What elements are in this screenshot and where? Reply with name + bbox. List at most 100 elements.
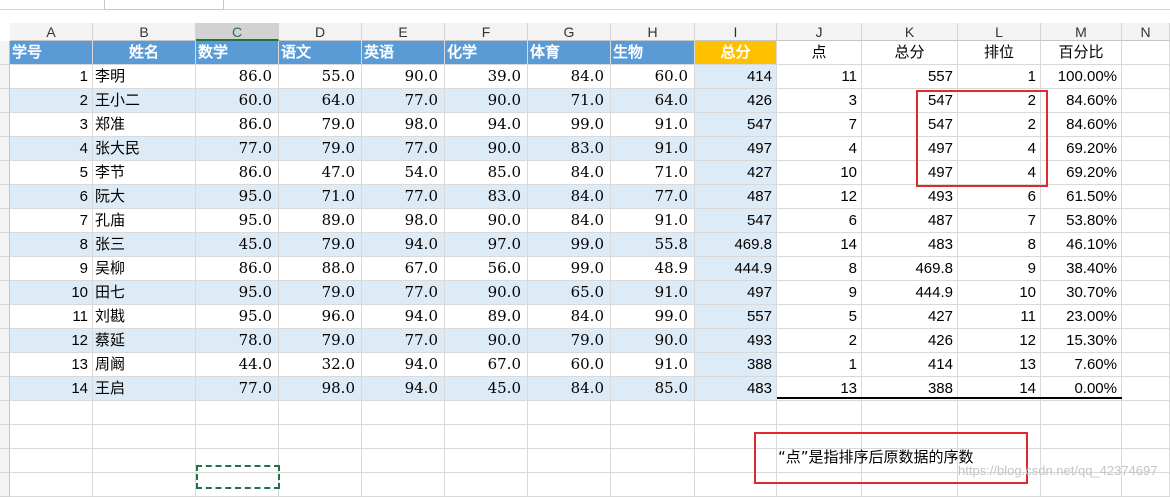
column-header-b[interactable]: B xyxy=(93,23,196,41)
student-cell-chem[interactable]: 67.0 xyxy=(445,353,528,377)
empty-cell[interactable] xyxy=(528,473,611,497)
student-cell-name[interactable]: 郑准 xyxy=(93,113,196,137)
student-cell-chem[interactable]: 39.0 xyxy=(445,65,528,89)
student-cell-english[interactable]: 77.0 xyxy=(362,281,445,305)
student-cell-chinese[interactable]: 64.0 xyxy=(279,89,362,113)
row-header[interactable] xyxy=(0,41,10,65)
student-cell-chinese[interactable]: 79.0 xyxy=(279,281,362,305)
student-cell-pe[interactable]: 84.0 xyxy=(528,377,611,401)
column-header-e[interactable]: E xyxy=(362,23,445,41)
student-cell-chinese[interactable]: 32.0 xyxy=(279,353,362,377)
student-cell-pe[interactable]: 84.0 xyxy=(528,65,611,89)
student-cell-pe[interactable]: 99.0 xyxy=(528,113,611,137)
empty-cell[interactable] xyxy=(445,425,528,449)
rank-cell-pct[interactable]: 84.60% xyxy=(1041,113,1122,137)
student-cell-pe[interactable]: 79.0 xyxy=(528,329,611,353)
rank-cell-point[interactable]: 10 xyxy=(777,161,862,185)
student-cell-chem[interactable]: 97.0 xyxy=(445,233,528,257)
rank-cell-point[interactable]: 1 xyxy=(777,353,862,377)
empty-cell[interactable] xyxy=(279,449,362,473)
student-cell-name[interactable]: 李明 xyxy=(93,65,196,89)
column-header-k[interactable]: K xyxy=(862,23,958,41)
empty-cell[interactable] xyxy=(611,449,695,473)
student-cell-chinese[interactable]: 71.0 xyxy=(279,185,362,209)
student-cell-math[interactable]: 95.0 xyxy=(196,305,279,329)
empty-cell[interactable] xyxy=(528,401,611,425)
student-cell-chinese[interactable]: 79.0 xyxy=(279,113,362,137)
empty-cell[interactable] xyxy=(10,473,93,497)
student-cell-name[interactable]: 阮大 xyxy=(93,185,196,209)
student-cell-chem[interactable]: 45.0 xyxy=(445,377,528,401)
empty-cell[interactable] xyxy=(777,401,862,425)
rank-cell-rank[interactable]: 8 xyxy=(958,233,1041,257)
student-cell-pe[interactable]: 65.0 xyxy=(528,281,611,305)
student-cell-bio[interactable]: 64.0 xyxy=(611,89,695,113)
row-header[interactable] xyxy=(0,473,10,497)
student-cell-name[interactable]: 孔庙 xyxy=(93,209,196,233)
student-cell-pe[interactable]: 84.0 xyxy=(528,185,611,209)
header-cell-c[interactable]: 数学 xyxy=(196,41,279,65)
column-header-c[interactable]: C xyxy=(196,23,279,41)
student-cell-bio[interactable]: 55.8 xyxy=(611,233,695,257)
student-cell-id[interactable]: 7 xyxy=(10,209,93,233)
student-cell-english[interactable]: 77.0 xyxy=(362,329,445,353)
empty-cell[interactable] xyxy=(1122,185,1170,209)
empty-cell[interactable] xyxy=(958,401,1041,425)
empty-cell[interactable] xyxy=(279,473,362,497)
student-cell-total[interactable]: 493 xyxy=(695,329,777,353)
student-cell-pe[interactable]: 60.0 xyxy=(528,353,611,377)
rank-cell-total[interactable]: 469.8 xyxy=(862,257,958,281)
rank-header-l[interactable]: 排位 xyxy=(958,41,1041,65)
rank-cell-rank[interactable]: 11 xyxy=(958,305,1041,329)
student-cell-id[interactable]: 13 xyxy=(10,353,93,377)
student-cell-id[interactable]: 3 xyxy=(10,113,93,137)
student-cell-name[interactable]: 田七 xyxy=(93,281,196,305)
student-cell-total[interactable]: 487 xyxy=(695,185,777,209)
empty-cell[interactable] xyxy=(1122,89,1170,113)
empty-cell[interactable] xyxy=(196,401,279,425)
student-cell-name[interactable]: 李节 xyxy=(93,161,196,185)
student-cell-pe[interactable]: 99.0 xyxy=(528,257,611,281)
empty-cell[interactable] xyxy=(1122,425,1170,449)
column-header-a[interactable]: A xyxy=(10,23,93,41)
student-cell-id[interactable]: 5 xyxy=(10,161,93,185)
empty-cell[interactable] xyxy=(611,401,695,425)
empty-cell[interactable] xyxy=(1041,401,1122,425)
student-cell-name[interactable]: 王启 xyxy=(93,377,196,401)
rank-cell-point[interactable]: 14 xyxy=(777,233,862,257)
row-header[interactable] xyxy=(0,353,10,377)
rank-cell-point[interactable]: 4 xyxy=(777,137,862,161)
empty-cell[interactable] xyxy=(445,473,528,497)
row-header[interactable] xyxy=(0,401,10,425)
empty-cell[interactable] xyxy=(1122,41,1170,65)
empty-cell[interactable] xyxy=(1122,377,1170,401)
student-cell-english[interactable]: 94.0 xyxy=(362,305,445,329)
student-cell-english[interactable]: 54.0 xyxy=(362,161,445,185)
student-cell-name[interactable]: 王小二 xyxy=(93,89,196,113)
student-cell-bio[interactable]: 91.0 xyxy=(611,113,695,137)
column-header-j[interactable]: J xyxy=(777,23,862,41)
student-cell-total[interactable]: 427 xyxy=(695,161,777,185)
student-cell-bio[interactable]: 91.0 xyxy=(611,137,695,161)
header-cell-total-score[interactable]: 总分 xyxy=(695,41,777,65)
empty-cell[interactable] xyxy=(1122,233,1170,257)
student-cell-total[interactable]: 497 xyxy=(695,281,777,305)
empty-cell[interactable] xyxy=(1122,305,1170,329)
empty-cell[interactable] xyxy=(1122,65,1170,89)
rank-cell-rank[interactable]: 13 xyxy=(958,353,1041,377)
student-cell-math[interactable]: 95.0 xyxy=(196,209,279,233)
student-cell-chem[interactable]: 90.0 xyxy=(445,137,528,161)
empty-cell[interactable] xyxy=(1122,353,1170,377)
student-cell-pe[interactable]: 83.0 xyxy=(528,137,611,161)
column-header-h[interactable]: H xyxy=(611,23,695,41)
empty-cell[interactable] xyxy=(528,425,611,449)
rank-cell-pct[interactable]: 30.70% xyxy=(1041,281,1122,305)
student-cell-english[interactable]: 77.0 xyxy=(362,89,445,113)
student-cell-pe[interactable]: 84.0 xyxy=(528,305,611,329)
header-cell-f[interactable]: 化学 xyxy=(445,41,528,65)
row-header[interactable] xyxy=(0,257,10,281)
header-cell-a[interactable]: 学号 xyxy=(10,41,93,65)
column-header-n[interactable]: N xyxy=(1122,23,1170,41)
student-cell-chem[interactable]: 90.0 xyxy=(445,281,528,305)
rank-cell-point[interactable]: 12 xyxy=(777,185,862,209)
